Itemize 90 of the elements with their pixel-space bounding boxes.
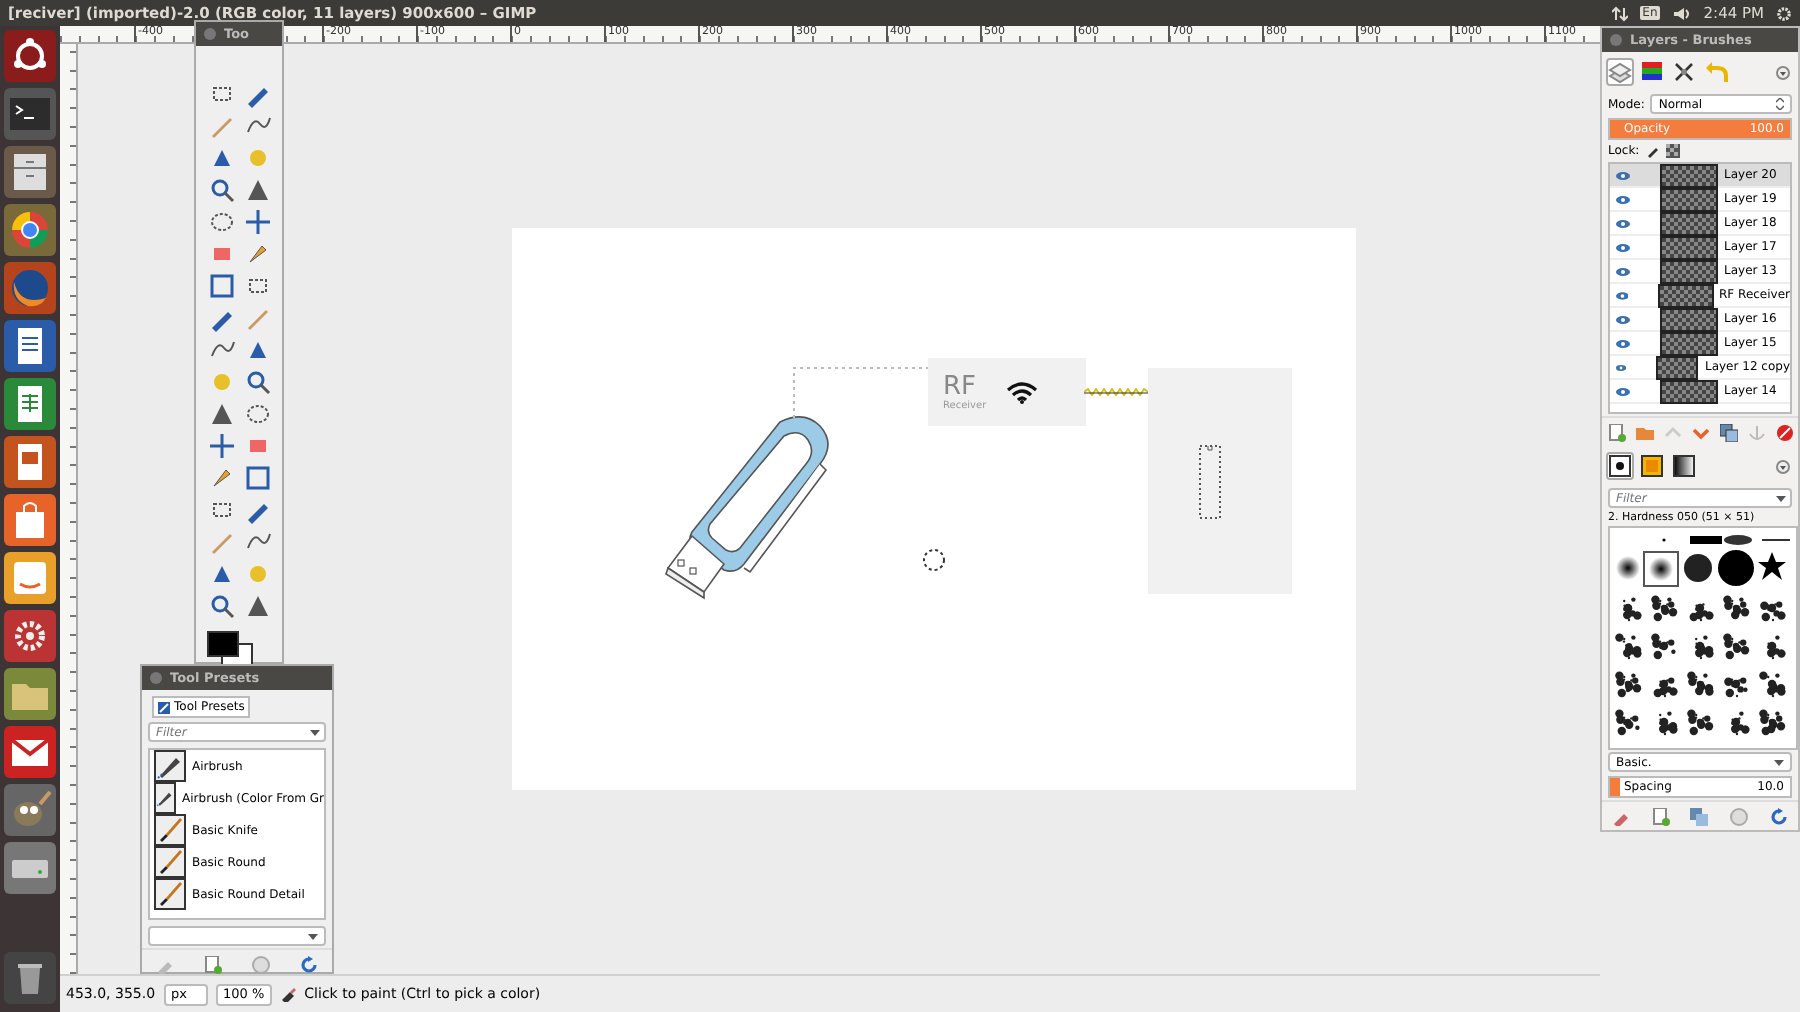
file-cabinet-icon[interactable] <box>4 146 56 198</box>
dropdown-arrow-icon <box>1774 759 1784 765</box>
dock-menu-icon[interactable] <box>1776 459 1790 473</box>
tool-icon[interactable] <box>243 400 271 428</box>
dropdown-arrow-icon[interactable] <box>310 729 320 735</box>
layers-tab-icon <box>1608 60 1632 84</box>
document-icon[interactable] <box>4 320 56 372</box>
dotted-line <box>791 366 931 418</box>
layer-thumbnail <box>1660 164 1718 187</box>
eye-icon[interactable] <box>1616 315 1630 323</box>
layer-thumbnail <box>1660 211 1718 235</box>
shopping-bag-icon[interactable] <box>4 494 56 546</box>
brush-icon <box>154 814 186 846</box>
tool-icon[interactable] <box>243 592 271 620</box>
eye-icon[interactable] <box>1616 291 1629 299</box>
eye-icon[interactable] <box>1616 363 1627 371</box>
dock-menu-icon[interactable] <box>1776 65 1790 79</box>
eye-icon[interactable] <box>1616 171 1630 179</box>
tool-icon[interactable] <box>243 176 271 204</box>
channels-tab-icon <box>1640 60 1664 84</box>
layer-thumbnail <box>1660 235 1718 259</box>
tool-icon[interactable] <box>207 176 235 204</box>
tool-icon[interactable] <box>207 592 235 620</box>
tool-icon[interactable] <box>243 464 271 492</box>
airbrush-icon <box>154 750 186 782</box>
brushes-tab-icon <box>1608 454 1632 478</box>
airbrush-icon <box>154 782 177 814</box>
brush-cursor-icon <box>921 548 945 572</box>
duplicate-icon[interactable] <box>1719 423 1737 441</box>
gear-icon[interactable] <box>4 610 56 662</box>
shopping-smile-icon[interactable] <box>4 552 56 604</box>
patterns-tab-icon <box>1640 454 1664 478</box>
checker-icon[interactable] <box>1665 144 1680 158</box>
layer-thumbnail <box>1658 283 1714 307</box>
dock-tab[interactable] <box>1606 452 1634 480</box>
dash-icon[interactable] <box>4 30 56 82</box>
layer-thumbnail <box>1660 379 1718 403</box>
layer-thumbnail <box>1660 307 1718 331</box>
dock-tab[interactable] <box>1670 452 1698 480</box>
new-page-icon[interactable] <box>1607 423 1625 441</box>
layer-thumbnail <box>1656 355 1699 379</box>
eye-icon[interactable] <box>1616 195 1630 203</box>
layer-thumbnail <box>1660 331 1718 355</box>
tool-icon[interactable] <box>207 400 235 428</box>
chip-outline-icon <box>1197 444 1221 520</box>
new-page-icon[interactable] <box>204 955 223 973</box>
drive-icon[interactable] <box>4 842 56 894</box>
brush-icon <box>154 878 186 910</box>
volume-icon[interactable] <box>1671 5 1692 21</box>
preset-tab-icon <box>158 701 170 713</box>
refresh-icon[interactable] <box>299 955 318 973</box>
eye-icon[interactable] <box>1616 387 1630 395</box>
new-page-icon[interactable] <box>1651 807 1670 825</box>
dock-tab[interactable] <box>1670 58 1698 86</box>
mail-icon[interactable] <box>4 726 56 778</box>
tool-icon[interactable] <box>207 272 235 300</box>
tool-icon[interactable] <box>243 368 271 396</box>
trash-icon[interactable] <box>4 952 56 1004</box>
refresh-icon[interactable] <box>1769 807 1788 825</box>
dropdown-arrow-icon[interactable] <box>1776 495 1786 501</box>
tool-icon[interactable] <box>207 208 235 236</box>
dock-tab[interactable] <box>1638 452 1666 480</box>
paint-program-icon[interactable] <box>4 784 56 836</box>
gradients-tab-icon <box>1672 454 1696 478</box>
layer-thumbnail <box>1660 187 1718 211</box>
eye-icon[interactable] <box>1616 219 1630 227</box>
tool-icon[interactable] <box>243 208 271 236</box>
presentation-icon[interactable] <box>4 436 56 488</box>
brush-icon <box>154 846 186 878</box>
dropdown-arrow-icon <box>308 933 318 939</box>
zigzag-wire-drawing <box>1083 388 1147 396</box>
settings-icon[interactable] <box>1776 5 1792 21</box>
tool-icon[interactable] <box>207 432 235 460</box>
paths-tab-icon <box>1672 60 1696 84</box>
globe-fox-icon[interactable] <box>4 262 56 314</box>
network-arrows-icon[interactable] <box>1612 5 1629 21</box>
layer-thumbnail <box>1660 259 1718 283</box>
brush-thumbnails-drawing[interactable] <box>1608 526 1798 750</box>
paintbrush-icon <box>280 986 297 1002</box>
eye-icon[interactable] <box>1616 243 1630 251</box>
duplicate-icon[interactable] <box>1690 807 1709 825</box>
eye-icon[interactable] <box>1616 267 1630 275</box>
eye-icon[interactable] <box>1616 339 1630 347</box>
spreadsheet-icon[interactable] <box>4 378 56 430</box>
receiver-title: RF <box>943 373 977 399</box>
spinner-arrows-icon <box>1776 98 1784 110</box>
dock-tab[interactable] <box>1638 58 1666 86</box>
wifi-icon <box>1006 380 1039 404</box>
paintbrush-icon[interactable] <box>1645 144 1660 158</box>
undo-tab-icon <box>1704 60 1728 84</box>
